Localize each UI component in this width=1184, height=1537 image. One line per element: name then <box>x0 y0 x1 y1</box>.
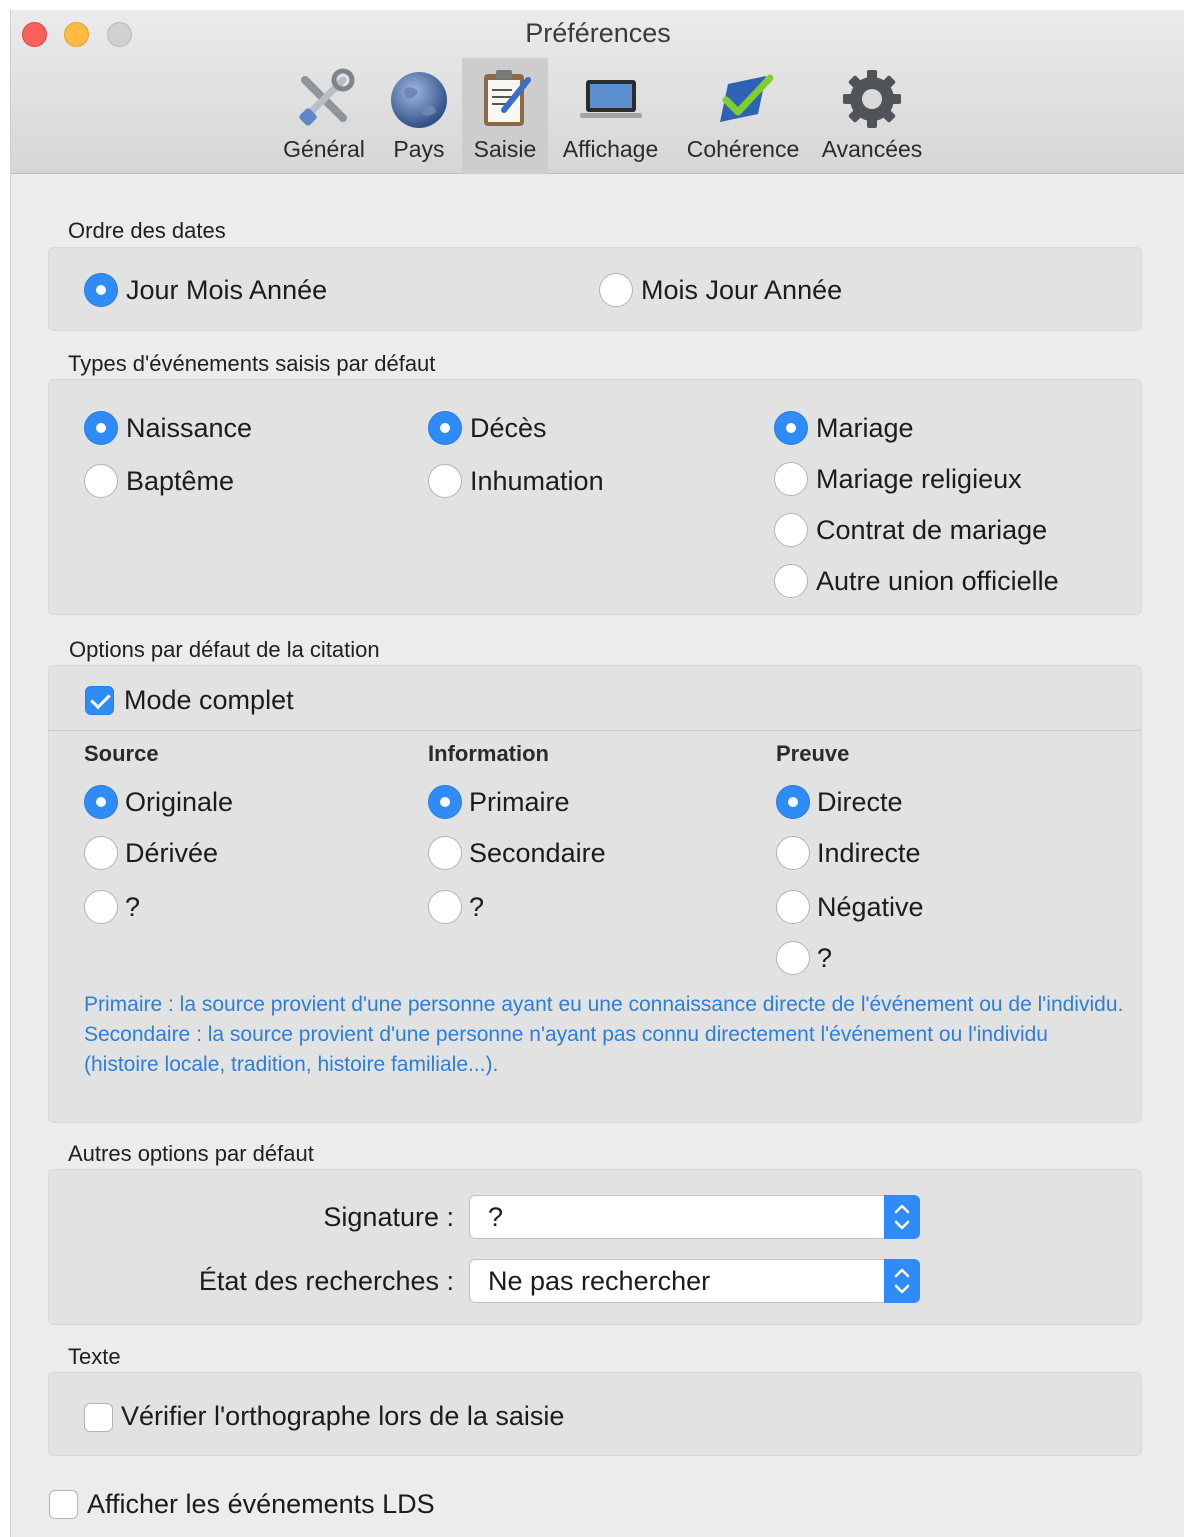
date-order-label: Ordre des dates <box>68 218 226 243</box>
radio-label: Originale <box>125 787 234 817</box>
popup-arrows <box>884 1195 920 1239</box>
radio-label: Contrat de mariage <box>816 515 1048 545</box>
radio-preuve-unknown[interactable] <box>776 941 810 975</box>
preuve-header: Preuve <box>776 741 850 766</box>
tab-saisie[interactable]: Saisie <box>462 58 548 174</box>
radio-label: Indirecte <box>817 838 921 868</box>
research-state-popup[interactable]: Ne pas rechercher <box>469 1259 920 1303</box>
radio-label: Inhumation <box>470 466 604 496</box>
date-order-box: Jour Mois Année Mois Jour Année <box>48 247 1142 331</box>
tab-pays[interactable]: Pays <box>382 58 456 174</box>
checkbox-label: Vérifier l'orthographe lors de la saisie <box>121 1401 565 1431</box>
radio-label: ? <box>469 892 485 922</box>
radio-mariage-religieux[interactable] <box>774 462 808 496</box>
radio-preuve-negative[interactable] <box>776 890 810 924</box>
radio-label: Baptême <box>126 466 235 496</box>
lds-checkbox[interactable] <box>49 1490 78 1519</box>
radio-information-secondaire[interactable] <box>428 836 462 870</box>
tab-label: Général <box>283 136 365 162</box>
checkmark-icon <box>720 74 774 122</box>
radio-contrat-de-mariage[interactable] <box>774 513 808 547</box>
radio-source-derivee[interactable] <box>84 836 118 870</box>
mode-complet-checkbox[interactable] <box>85 686 114 715</box>
tab-label: Pays <box>393 136 445 162</box>
tab-label: Cohérence <box>686 136 800 162</box>
chevron-up-down-icon <box>894 1204 910 1230</box>
radio-label: ? <box>817 943 833 973</box>
radio-preuve-indirecte[interactable] <box>776 836 810 870</box>
radio-label: Mariage religieux <box>816 464 1022 494</box>
radio-information-unknown[interactable] <box>428 890 462 924</box>
radio-label: Mois Jour Année <box>641 275 843 305</box>
tools-icon <box>299 68 355 126</box>
research-state-label: État des recherches : <box>198 1266 454 1296</box>
radio-deces[interactable] <box>428 411 462 445</box>
radio-label: ? <box>125 892 141 922</box>
tab-affichage[interactable]: Affichage <box>554 58 667 174</box>
radio-label: Négative <box>817 892 924 922</box>
window-title: Préférences <box>525 18 671 48</box>
radio-jour-mois-annee[interactable] <box>84 273 118 307</box>
signature-popup[interactable]: ? <box>469 1195 920 1239</box>
help-primaire: Primaire : la source provient d'une pers… <box>84 993 1124 1016</box>
radio-label: Mariage <box>816 413 914 443</box>
divider <box>48 730 1142 731</box>
radio-source-originale[interactable] <box>84 785 118 819</box>
checkbox-label: Afficher les événements LDS <box>87 1489 435 1519</box>
help-secondaire: Secondaire : la source provient d'une pe… <box>84 1023 1048 1076</box>
spellcheck-checkbox[interactable] <box>84 1403 113 1432</box>
radio-preuve-directe[interactable] <box>776 785 810 819</box>
radio-mois-jour-annee[interactable] <box>599 273 633 307</box>
radio-information-primaire[interactable] <box>428 785 462 819</box>
popup-arrows <box>884 1259 920 1303</box>
radio-label: Naissance <box>126 413 253 443</box>
text-label: Texte <box>68 1344 121 1369</box>
source-header: Source <box>84 741 159 766</box>
radio-label: Primaire <box>469 787 570 817</box>
research-state-value: Ne pas rechercher <box>488 1266 711 1296</box>
tab-label: Saisie <box>473 136 537 162</box>
tab-avancees[interactable]: Avancées <box>817 58 927 174</box>
preferences-window: Préférences Général Pays Saisie Affichag… <box>10 10 1184 1537</box>
titlebar: Préférences Général Pays Saisie Affichag… <box>11 10 1184 174</box>
radio-label: Directe <box>817 787 903 817</box>
checkbox-label: Mode complet <box>124 685 294 715</box>
radio-label: Autre union officielle <box>816 566 1059 596</box>
signature-value: ? <box>488 1202 504 1232</box>
radio-label: Jour Mois Année <box>126 275 328 305</box>
tab-label: Affichage <box>562 136 659 162</box>
event-types-box: Naissance Baptême Décès Inhumation Maria… <box>48 379 1142 615</box>
citation-options-label: Options par défaut de la citation <box>69 637 380 662</box>
chevron-up-down-icon <box>894 1268 910 1294</box>
radio-inhumation[interactable] <box>428 464 462 498</box>
radio-mariage[interactable] <box>774 411 808 445</box>
radio-label: Secondaire <box>469 838 606 868</box>
tab-general[interactable]: Général <box>276 58 372 174</box>
event-types-label: Types d'événements saisis par défaut <box>68 351 436 376</box>
gear-icon <box>843 70 901 128</box>
radio-source-unknown[interactable] <box>84 890 118 924</box>
radio-naissance[interactable] <box>84 411 118 445</box>
radio-label: Dérivée <box>125 838 219 868</box>
information-header: Information <box>428 741 549 766</box>
signature-label: Signature : <box>323 1202 454 1232</box>
radio-label: Décès <box>470 413 547 443</box>
clipboard-pencil-icon <box>484 70 531 126</box>
radio-autre-union-officielle[interactable] <box>774 564 808 598</box>
tab-label: Avancées <box>821 136 923 162</box>
laptop-icon <box>579 80 642 118</box>
tab-coherence[interactable]: Cohérence <box>679 58 807 174</box>
citation-help-text: Primaire : la source provient d'une pers… <box>84 990 1124 1080</box>
radio-bapteme[interactable] <box>84 464 118 498</box>
text-box: Vérifier l'orthographe lors de la saisie <box>48 1372 1142 1456</box>
other-defaults-label: Autres options par défaut <box>68 1141 314 1166</box>
globe-icon <box>391 72 447 128</box>
